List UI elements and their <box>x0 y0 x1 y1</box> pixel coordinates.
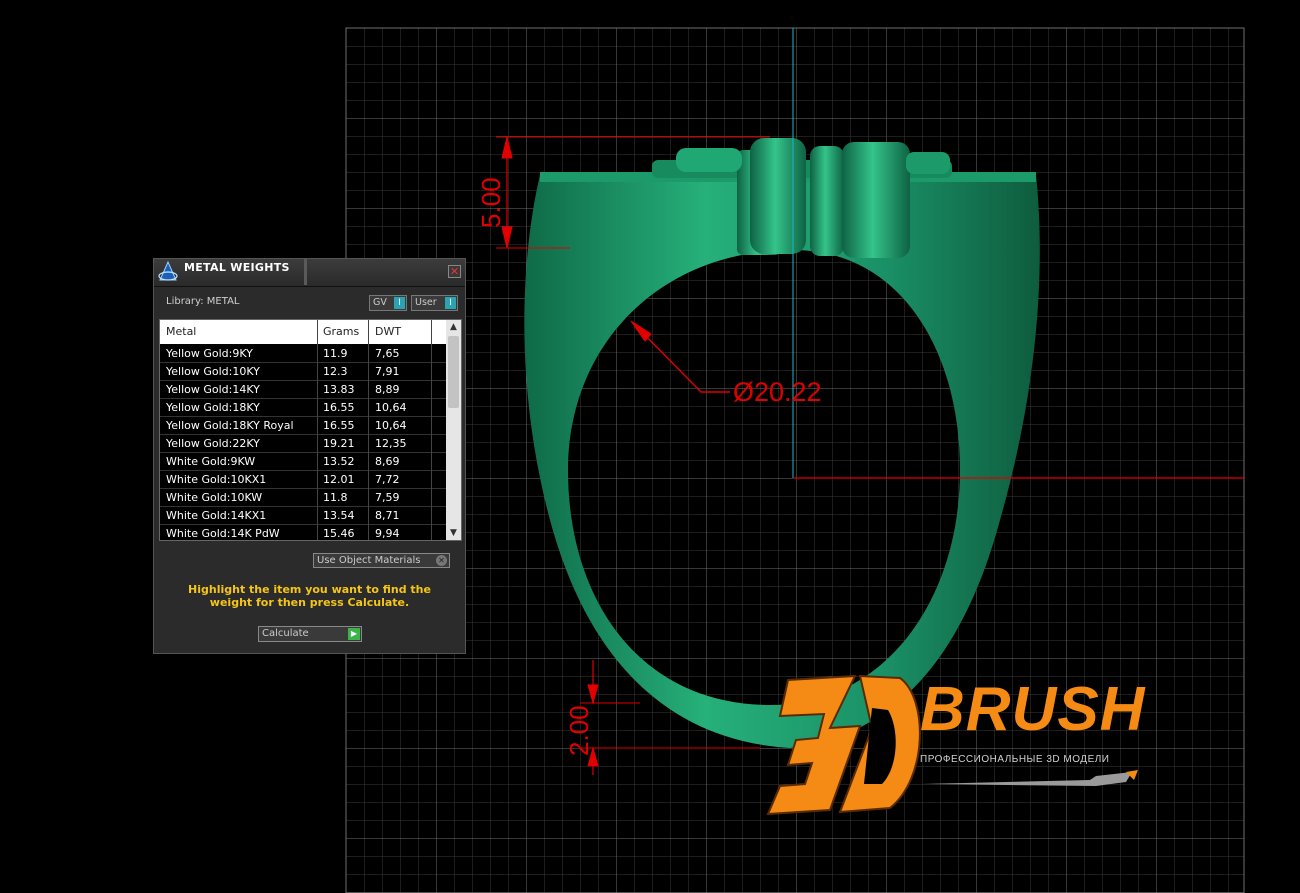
cell-dwt: 12,35 <box>375 437 407 450</box>
user-toggle-label: User <box>415 297 437 308</box>
table-row[interactable]: Yellow Gold:22KY 19.21 12,35 <box>160 435 446 453</box>
dimension-top-height-label: 5.00 <box>476 177 506 228</box>
cell-metal: White Gold:14KX1 <box>166 509 267 522</box>
cell-metal: White Gold:9KW <box>166 455 256 468</box>
cell-metal: White Gold:14K PdW <box>166 527 280 540</box>
metal-weights-panel: METAL WEIGHTS ✕ Library: METAL GV I User… <box>153 258 466 654</box>
user-toggle[interactable]: User I <box>411 295 458 311</box>
calculate-button[interactable]: Calculate ▶ <box>258 626 362 642</box>
table-row[interactable]: Yellow Gold:18KY Royal 16.55 10,64 <box>160 417 446 435</box>
column-header-metal[interactable]: Metal <box>166 325 196 338</box>
column-divider <box>317 320 318 540</box>
panel-title: METAL WEIGHTS <box>184 261 290 274</box>
table-row[interactable]: White Gold:14K PdW 15.46 9,94 <box>160 525 446 540</box>
cell-metal: Yellow Gold:14KY <box>166 383 260 396</box>
brand-subtitle: ПРОФЕССИОНАЛЬНЫЕ 3D МОДЕЛИ <box>920 754 1110 765</box>
play-icon: ▶ <box>348 628 360 640</box>
scroll-down-icon[interactable]: ▼ <box>446 526 461 540</box>
3d-logo-mark <box>766 674 921 816</box>
instructions-text: Highlight the item you want to find the … <box>188 583 431 609</box>
cell-dwt: 8,71 <box>375 509 400 522</box>
cell-grams: 11.8 <box>323 491 348 504</box>
cell-dwt: 7,59 <box>375 491 400 504</box>
brush-icon <box>922 770 1138 786</box>
gv-toggle[interactable]: GV I <box>369 295 407 311</box>
cell-dwt: 7,72 <box>375 473 400 486</box>
cell-dwt: 10,64 <box>375 401 407 414</box>
use-object-materials-toggle[interactable]: Use Object Materials ✕ <box>313 553 450 568</box>
title-tab-divider <box>304 259 307 285</box>
column-header-grams[interactable]: Grams <box>323 325 359 338</box>
scroll-up-icon[interactable]: ▲ <box>446 320 461 334</box>
cell-dwt: 8,69 <box>375 455 400 468</box>
cell-metal: White Gold:10KX1 <box>166 473 267 486</box>
column-divider <box>368 320 369 540</box>
table-scrollbar[interactable]: ▲ ▼ <box>446 320 461 540</box>
cell-grams: 13.52 <box>323 455 355 468</box>
cell-metal: Yellow Gold:10KY <box>166 365 260 378</box>
column-divider <box>431 320 432 540</box>
rhino-gold-icon <box>158 261 178 281</box>
cell-grams: 15.46 <box>323 527 355 540</box>
library-label: Library: METAL <box>166 296 240 307</box>
table-row[interactable]: Yellow Gold:10KY 12.3 7,91 <box>160 363 446 381</box>
cell-grams: 12.01 <box>323 473 355 486</box>
metal-table-header: Metal Grams DWT <box>160 320 446 344</box>
cell-grams: 16.55 <box>323 419 355 432</box>
table-row[interactable]: White Gold:9KW 13.52 8,69 <box>160 453 446 471</box>
cell-metal: White Gold:10KW <box>166 491 263 504</box>
gv-toggle-knob: I <box>394 297 405 309</box>
cell-dwt: 8,89 <box>375 383 400 396</box>
brand-logo: BRUSH ПРОФЕССИОНАЛЬНЫЕ 3D МОДЕЛИ <box>760 668 1144 818</box>
table-row[interactable]: White Gold:10KW 11.8 7,59 <box>160 489 446 507</box>
cell-dwt: 7,65 <box>375 347 400 360</box>
table-row[interactable]: White Gold:14KX1 13.54 8,71 <box>160 507 446 525</box>
table-row[interactable]: Yellow Gold:18KY 16.55 10,64 <box>160 399 446 417</box>
scroll-thumb[interactable] <box>448 336 459 408</box>
toggle-off-icon: ✕ <box>436 555 447 566</box>
table-row[interactable]: Yellow Gold:9KY 11.9 7,65 <box>160 345 446 363</box>
user-toggle-knob: I <box>445 297 456 309</box>
cell-metal: Yellow Gold:18KY <box>166 401 260 414</box>
panel-title-bar[interactable]: METAL WEIGHTS ✕ <box>154 259 465 287</box>
cell-grams: 13.83 <box>323 383 355 396</box>
cell-grams: 19.21 <box>323 437 355 450</box>
use-object-materials-label: Use Object Materials <box>317 555 421 566</box>
cell-metal: Yellow Gold:22KY <box>166 437 260 450</box>
cell-dwt: 7,91 <box>375 365 400 378</box>
gv-toggle-label: GV <box>373 297 387 308</box>
dimension-bottom-thickness-label: 2.00 <box>564 705 594 756</box>
brand-wordmark: BRUSH <box>920 675 1146 744</box>
table-row[interactable]: White Gold:10KX1 12.01 7,72 <box>160 471 446 489</box>
cell-metal: Yellow Gold:18KY Royal <box>166 419 294 432</box>
column-header-dwt[interactable]: DWT <box>375 325 401 338</box>
cell-dwt: 9,94 <box>375 527 400 540</box>
cell-grams: 12.3 <box>323 365 348 378</box>
calculate-label: Calculate <box>262 628 309 639</box>
cell-grams: 16.55 <box>323 401 355 414</box>
close-icon[interactable]: ✕ <box>448 265 461 278</box>
cell-dwt: 10,64 <box>375 419 407 432</box>
cell-metal: Yellow Gold:9KY <box>166 347 253 360</box>
cell-grams: 13.54 <box>323 509 355 522</box>
metal-table[interactable]: Metal Grams DWT Yellow Gold:9KY 11.9 7,65 Y… <box>159 319 462 541</box>
table-row[interactable]: Yellow Gold:14KY 13.83 8,89 <box>160 381 446 399</box>
cell-grams: 11.9 <box>323 347 348 360</box>
dimension-diameter-label: Ø20.22 <box>733 377 822 407</box>
